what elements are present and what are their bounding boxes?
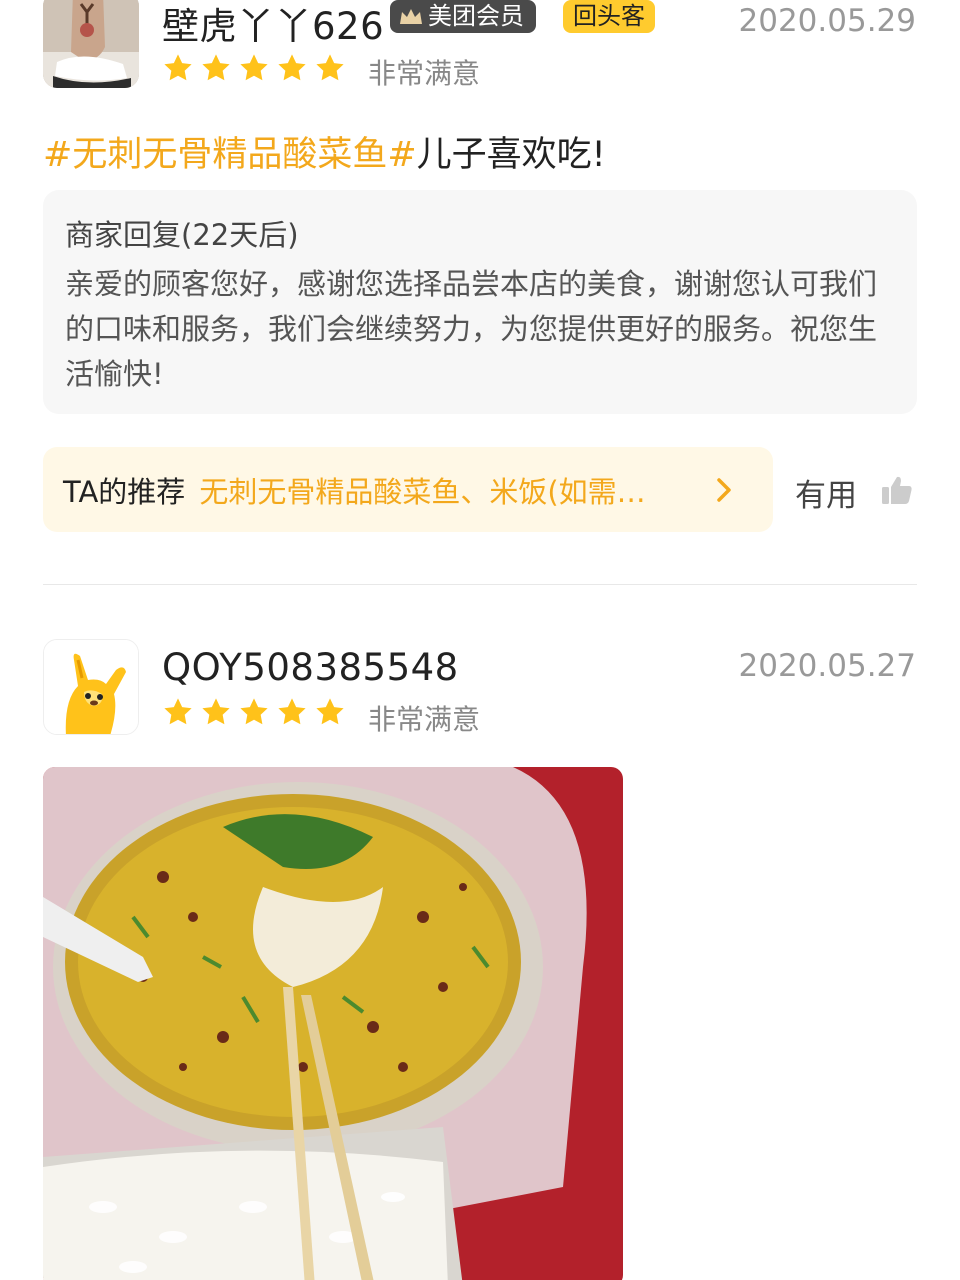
- review-photo[interactable]: [43, 767, 623, 1280]
- dish-hashtag[interactable]: #无刺无骨精品酸菜鱼#: [43, 135, 417, 175]
- star-icon: [202, 698, 230, 725]
- star-icon: [316, 54, 344, 81]
- star-icon: [278, 698, 306, 725]
- user-avatar[interactable]: [43, 639, 139, 735]
- review-divider: [43, 584, 917, 585]
- star-icon: [316, 698, 344, 725]
- review-card: QOY508385548 2020.05.27 非常满意: [0, 586, 960, 1280]
- star-icon: [240, 698, 268, 725]
- rating-text: 非常满意: [368, 703, 481, 736]
- star-icon: [278, 54, 306, 81]
- review-date: 2020.05.27: [738, 648, 917, 684]
- review-card: 壁虎丫丫626 美团会员 回头客 2020.05.29 非常满意 #无刺无骨精品…: [0, 0, 960, 585]
- username[interactable]: 壁虎丫丫626: [162, 0, 384, 50]
- review-content: #无刺无骨精品酸菜鱼#儿子喜欢吃!: [43, 126, 606, 177]
- thumbs-up-icon[interactable]: [880, 473, 914, 507]
- star-icon: [164, 698, 192, 725]
- member-badge-label: 美团会员: [428, 2, 524, 30]
- merchant-reply-body: 亲爱的顾客您好，感谢您选择品尝本店的美食，谢谢您认可我们的口味和服务，我们会继续…: [65, 267, 878, 391]
- merchant-reply-title: 商家回复(22天后): [65, 218, 299, 252]
- review-date: 2020.05.29: [738, 3, 917, 39]
- star-icon: [202, 54, 230, 81]
- recommend-label: TA的推荐: [63, 474, 186, 509]
- username[interactable]: QOY508385548: [162, 646, 459, 689]
- star-icon: [164, 54, 192, 81]
- rating-text: 非常满意: [368, 57, 481, 90]
- return-customer-badge: 回头客: [563, 0, 655, 33]
- star-icon: [240, 54, 268, 81]
- star-rating: [162, 696, 346, 728]
- review-text: 儿子喜欢吃!: [416, 135, 606, 175]
- chevron-right-icon: [717, 477, 732, 502]
- recommend-dish-list: 无刺无骨精品酸菜鱼、米饭(如需…: [199, 474, 646, 509]
- recommended-dishes[interactable]: TA的推荐 无刺无骨精品酸菜鱼、米饭(如需…: [43, 447, 773, 532]
- member-badge: 美团会员: [390, 0, 536, 33]
- star-rating: [162, 52, 346, 84]
- user-avatar[interactable]: [43, 0, 139, 88]
- merchant-reply: 商家回复(22天后) 亲爱的顾客您好，感谢您选择品尝本店的美食，谢谢您认可我们的…: [43, 190, 917, 414]
- crown-icon: [400, 8, 422, 24]
- helpful-button[interactable]: 有用: [795, 470, 857, 515]
